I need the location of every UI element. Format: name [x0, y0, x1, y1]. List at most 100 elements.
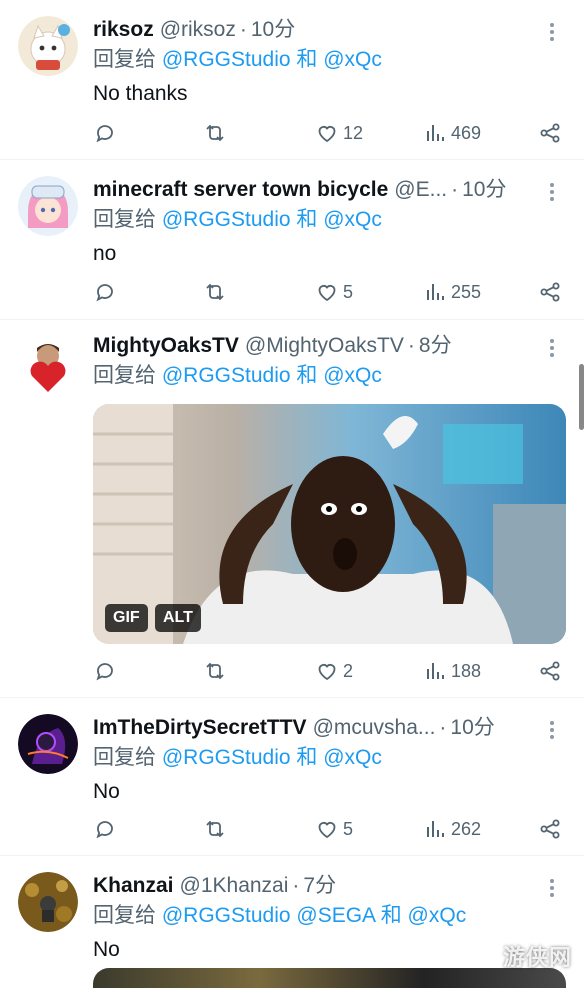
reply-mentions[interactable]: @RGGStudio @SEGA 和 @xQc [162, 904, 466, 927]
heart-icon [318, 285, 336, 302]
reply-context: 回复给 @RGGStudio 和 @xQc [93, 47, 382, 73]
tweet-header: ImTheDirtySecretTTV @mcuvsha... · 10分 [93, 714, 544, 742]
user-handle[interactable]: @E... [394, 176, 447, 204]
reply-context: 回复给 @RGGStudio @SEGA 和 @xQc [93, 903, 466, 929]
heart-icon [318, 822, 336, 839]
retweet-button[interactable] [203, 814, 227, 844]
reply-context: 回复给 @RGGStudio 和 @xQc [93, 363, 382, 389]
view-count: 188 [451, 660, 482, 681]
site-watermark: 游侠网 [502, 945, 572, 970]
like-button[interactable]: 5 [315, 814, 353, 844]
reply-context: 回复给 @RGGStudio 和 @xQc [93, 207, 382, 233]
reply-button[interactable] [93, 656, 117, 686]
tweet-header: Khanzai @1Khanzai · 7分 [93, 872, 544, 900]
view-count: 262 [451, 818, 482, 839]
alt-text-button[interactable]: ALT [155, 604, 201, 632]
reply-icon [96, 125, 113, 143]
user-handle[interactable]: @1Khanzai [180, 872, 289, 900]
retweet-icon [206, 283, 224, 301]
reply-prefix: 回复给 [93, 48, 156, 71]
timestamp[interactable]: 10分 [462, 176, 506, 204]
display-name[interactable]: minecraft server town bicycle [93, 176, 388, 204]
separator-dot: · [451, 178, 459, 201]
share-button[interactable] [538, 656, 562, 686]
reply-prefix: 回复给 [93, 904, 156, 927]
reply-button[interactable] [93, 277, 117, 307]
reply-mentions[interactable]: @RGGStudio 和 @xQc [162, 48, 382, 71]
anime-girl-avatar[interactable] [18, 176, 78, 236]
heart-icon [318, 126, 336, 143]
more-options-icon[interactable] [542, 876, 562, 898]
retweet-icon [206, 662, 224, 680]
reply-icon [96, 284, 113, 302]
display-name[interactable]: MightyOaksTV [93, 332, 239, 360]
tweet-actions: 5 262 [93, 814, 562, 844]
more-options-icon[interactable] [542, 336, 562, 358]
retweet-button[interactable] [203, 656, 227, 686]
purple-neon-avatar[interactable] [18, 714, 78, 774]
views-chart-icon [427, 284, 444, 300]
user-handle[interactable]: @mcuvsha... [313, 714, 436, 742]
tweet-item[interactable]: ImTheDirtySecretTTV @mcuvsha... · 10分 回复… [0, 698, 584, 856]
reply-prefix: 回复给 [93, 208, 156, 231]
like-count: 5 [343, 818, 354, 839]
display-name[interactable]: Khanzai [93, 872, 174, 900]
view-count: 255 [451, 281, 482, 302]
share-icon [540, 123, 560, 143]
views-chart-icon [427, 663, 444, 679]
timestamp[interactable]: 10分 [450, 714, 494, 742]
reply-button[interactable] [93, 814, 117, 844]
timestamp[interactable]: 10分 [251, 16, 295, 44]
more-options-icon[interactable] [542, 20, 562, 42]
tweet-actions: 5 255 [93, 277, 562, 307]
share-button[interactable] [538, 118, 562, 148]
reply-context: 回复给 @RGGStudio 和 @xQc [93, 745, 382, 771]
scrollbar-thumb[interactable] [579, 364, 584, 430]
cat-mascot-avatar[interactable] [18, 16, 78, 76]
user-handle[interactable]: @MightyOaksTV [245, 332, 404, 360]
views-button[interactable]: 469 [423, 118, 481, 148]
retweet-button[interactable] [203, 118, 227, 148]
retweet-button[interactable] [203, 277, 227, 307]
views-button[interactable]: 188 [423, 656, 481, 686]
views-button[interactable]: 262 [423, 814, 481, 844]
tweet-header: MightyOaksTV @MightyOaksTV · 8分 [93, 332, 544, 360]
more-options-icon[interactable] [542, 180, 562, 202]
like-button[interactable]: 5 [315, 277, 353, 307]
more-options-icon[interactable] [542, 718, 562, 740]
views-chart-icon [427, 821, 444, 837]
display-name[interactable]: ImTheDirtySecretTTV [93, 714, 307, 742]
user-handle[interactable]: @riksoz [160, 16, 236, 44]
share-button[interactable] [538, 277, 562, 307]
tweet-gif-media[interactable]: GIF ALT [93, 404, 566, 644]
share-icon [540, 282, 560, 302]
share-button[interactable] [538, 814, 562, 844]
like-button[interactable]: 12 [315, 118, 363, 148]
timestamp[interactable]: 7分 [303, 872, 336, 900]
tweet-text: No [93, 780, 120, 803]
separator-dot: · [439, 716, 447, 739]
separator-dot: · [292, 874, 300, 897]
share-icon [540, 819, 560, 839]
gif-badge: GIF [105, 604, 148, 632]
tweet-item[interactable]: minecraft server town bicycle @E... · 10… [0, 160, 584, 320]
views-button[interactable]: 255 [423, 277, 481, 307]
reply-mentions[interactable]: @RGGStudio 和 @xQc [162, 208, 382, 231]
timestamp[interactable]: 8分 [419, 332, 452, 360]
reply-button[interactable] [93, 118, 117, 148]
views-chart-icon [427, 125, 444, 141]
retweet-icon [206, 124, 224, 142]
like-button[interactable]: 2 [315, 656, 353, 686]
reply-prefix: 回复给 [93, 746, 156, 769]
tweet-item[interactable]: riksoz @riksoz · 10分 回复给 @RGGStudio 和 @x… [0, 0, 584, 160]
reply-mentions[interactable]: @RGGStudio 和 @xQc [162, 746, 382, 769]
heart-icon [318, 664, 336, 681]
heart-character-avatar[interactable] [18, 336, 78, 396]
separator-dot: · [239, 18, 247, 41]
gold-bokeh-avatar[interactable] [18, 872, 78, 932]
reply-mentions[interactable]: @RGGStudio 和 @xQc [162, 364, 382, 387]
display-name[interactable]: riksoz [93, 16, 154, 44]
tweet-media-preview[interactable] [93, 968, 566, 988]
tweet-text: No thanks [93, 82, 188, 105]
like-count: 5 [343, 281, 354, 302]
